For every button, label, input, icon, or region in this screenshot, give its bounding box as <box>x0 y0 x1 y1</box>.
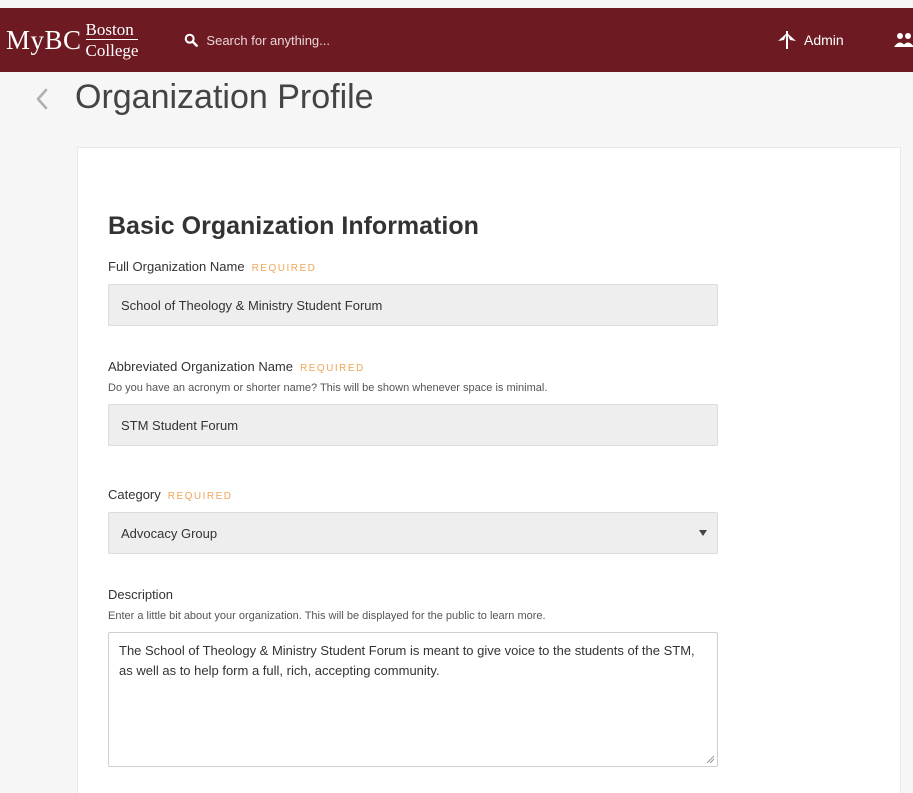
full-name-field: Full Organization Name REQUIRED <box>108 259 718 326</box>
required-tag: REQUIRED <box>167 491 233 502</box>
search-icon <box>185 33 199 47</box>
groups-icon[interactable] <box>893 32 913 48</box>
admin-menu[interactable]: Admin <box>776 8 844 72</box>
page-header: Organization Profile <box>0 72 913 132</box>
category-field: Category REQUIRED Advocacy Group <box>108 487 718 554</box>
mybc-logo[interactable]: MyBC Boston College <box>6 21 139 60</box>
abbrev-name-field: Abbreviated Organization Name REQUIRED Do… <box>108 359 718 446</box>
abbrev-name-input[interactable] <box>108 404 718 446</box>
abbrev-name-help: Do you have an acronym or shorter name? … <box>108 382 548 394</box>
full-name-label-text: Full Organization Name <box>108 259 245 274</box>
full-name-label: Full Organization Name REQUIRED <box>108 259 718 274</box>
logo-line-2: College <box>85 41 139 60</box>
required-tag: REQUIRED <box>251 263 317 274</box>
abbrev-name-label-text: Abbreviated Organization Name <box>108 359 293 374</box>
admin-label: Admin <box>804 32 844 48</box>
back-chevron-icon[interactable] <box>30 84 54 114</box>
top-navbar: MyBC Boston College Admin <box>0 8 913 72</box>
category-label-text: Category <box>108 487 161 502</box>
category-selected-value: Advocacy Group <box>121 525 218 541</box>
logo-boston-college: Boston College <box>85 21 139 60</box>
chevron-down-icon <box>699 530 707 536</box>
admin-icon <box>778 31 796 49</box>
description-field: Description Enter a little bit about you… <box>108 587 718 767</box>
logo-line-1: Boston <box>85 21 139 40</box>
description-label: Description <box>108 587 174 602</box>
required-tag: REQUIRED <box>300 363 365 374</box>
page-title: Organization Profile <box>75 78 374 116</box>
search-input[interactable] <box>206 32 467 48</box>
category-label: Category REQUIRED <box>108 487 718 502</box>
description-help: Enter a little bit about your organizati… <box>108 610 546 622</box>
organization-form-card: Basic Organization Information Full Orga… <box>77 147 901 793</box>
description-textarea[interactable]: The School of Theology & Ministry Studen… <box>108 632 718 767</box>
search-bar[interactable] <box>184 32 467 48</box>
abbrev-name-label: Abbreviated Organization Name REQUIRED <box>108 359 718 374</box>
resize-grip-icon[interactable] <box>706 755 714 763</box>
description-textarea-wrap: The School of Theology & Ministry Studen… <box>108 632 718 767</box>
logo-mybc-text: MyBC <box>6 24 82 55</box>
full-name-input[interactable] <box>108 284 718 326</box>
section-title: Basic Organization Information <box>108 212 479 240</box>
category-select[interactable]: Advocacy Group <box>108 512 718 554</box>
